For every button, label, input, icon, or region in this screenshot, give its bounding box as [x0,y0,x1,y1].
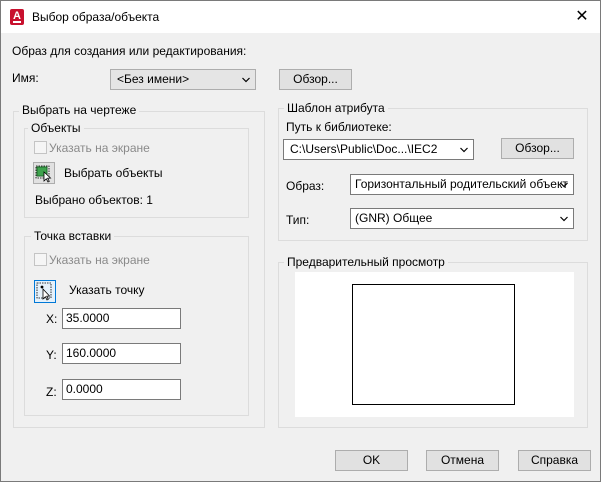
objects-group-title: Объекты [28,121,84,135]
image-label: Образ: [286,179,325,193]
dialog-window: A Выбор образа/объекта ✕ Образ для созда… [0,0,601,482]
chevron-down-icon [560,216,568,222]
name-dropdown[interactable]: <Без имени> [110,69,256,90]
name-label: Имя: [12,71,39,85]
window-title: Выбор образа/объекта [32,10,160,24]
z-label: Z: [46,385,57,399]
insertion-specify-on-screen-checkbox[interactable] [34,253,47,266]
y-coordinate-input[interactable]: 160.0000 [62,343,181,364]
library-path-dropdown[interactable]: C:\Users\Public\Doc...\IEC2 [283,139,474,160]
select-objects-button[interactable] [33,162,55,184]
library-path-label: Путь к библиотеке: [286,120,392,134]
help-button[interactable]: Справка [518,450,591,471]
chevron-down-icon [560,182,568,188]
close-icon: ✕ [575,8,589,25]
attribute-template-title: Шаблон атрибута [284,101,388,115]
image-dropdown-value: Горизонтальный родительский объект [355,177,568,191]
title-bar: A Выбор образа/объекта ✕ [1,1,600,33]
select-on-drawing-title: Выбрать на чертеже [19,103,140,117]
y-label: Y: [46,348,57,362]
x-coordinate-input[interactable]: 35.0000 [62,308,181,329]
chevron-down-icon [460,147,468,153]
pick-point-button[interactable] [34,280,56,303]
preview-canvas [295,272,574,417]
type-dropdown-value: (GNR) Общее [355,211,433,225]
selected-objects-count: Выбрано объектов: 1 [35,193,153,207]
name-dropdown-value: <Без имени> [117,72,190,86]
x-label: X: [46,312,58,326]
select-objects-label: Выбрать объекты [64,166,163,180]
type-dropdown[interactable]: (GNR) Общее [350,208,574,229]
cancel-button[interactable]: Отмена [426,450,499,471]
ok-button[interactable]: OK [335,450,408,471]
preview-title: Предварительный просмотр [284,255,448,269]
insertion-point-title: Точка вставки [31,229,115,243]
objects-specify-on-screen-label: Указать на экране [49,141,150,155]
browse-library-button[interactable]: Обзор... [501,138,574,159]
select-objects-icon [35,165,52,183]
image-dropdown[interactable]: Горизонтальный родительский объект [350,174,574,195]
pick-point-label: Указать точку [69,283,145,297]
browse-name-button[interactable]: Обзор... [279,69,352,90]
z-coordinate-input[interactable]: 0.0000 [62,379,181,400]
autocad-app-icon: A [10,9,24,25]
preview-shape [352,284,515,405]
image-prompt-label: Образ для создания или редактирования: [12,44,247,58]
objects-specify-on-screen-checkbox[interactable] [34,141,47,154]
chevron-down-icon [242,77,250,83]
pick-point-icon [36,282,52,301]
close-button[interactable]: ✕ [570,5,594,29]
library-path-value: C:\Users\Public\Doc...\IEC2 [290,142,438,156]
type-label: Тип: [286,213,310,227]
insertion-specify-on-screen-label: Указать на экране [49,253,150,267]
